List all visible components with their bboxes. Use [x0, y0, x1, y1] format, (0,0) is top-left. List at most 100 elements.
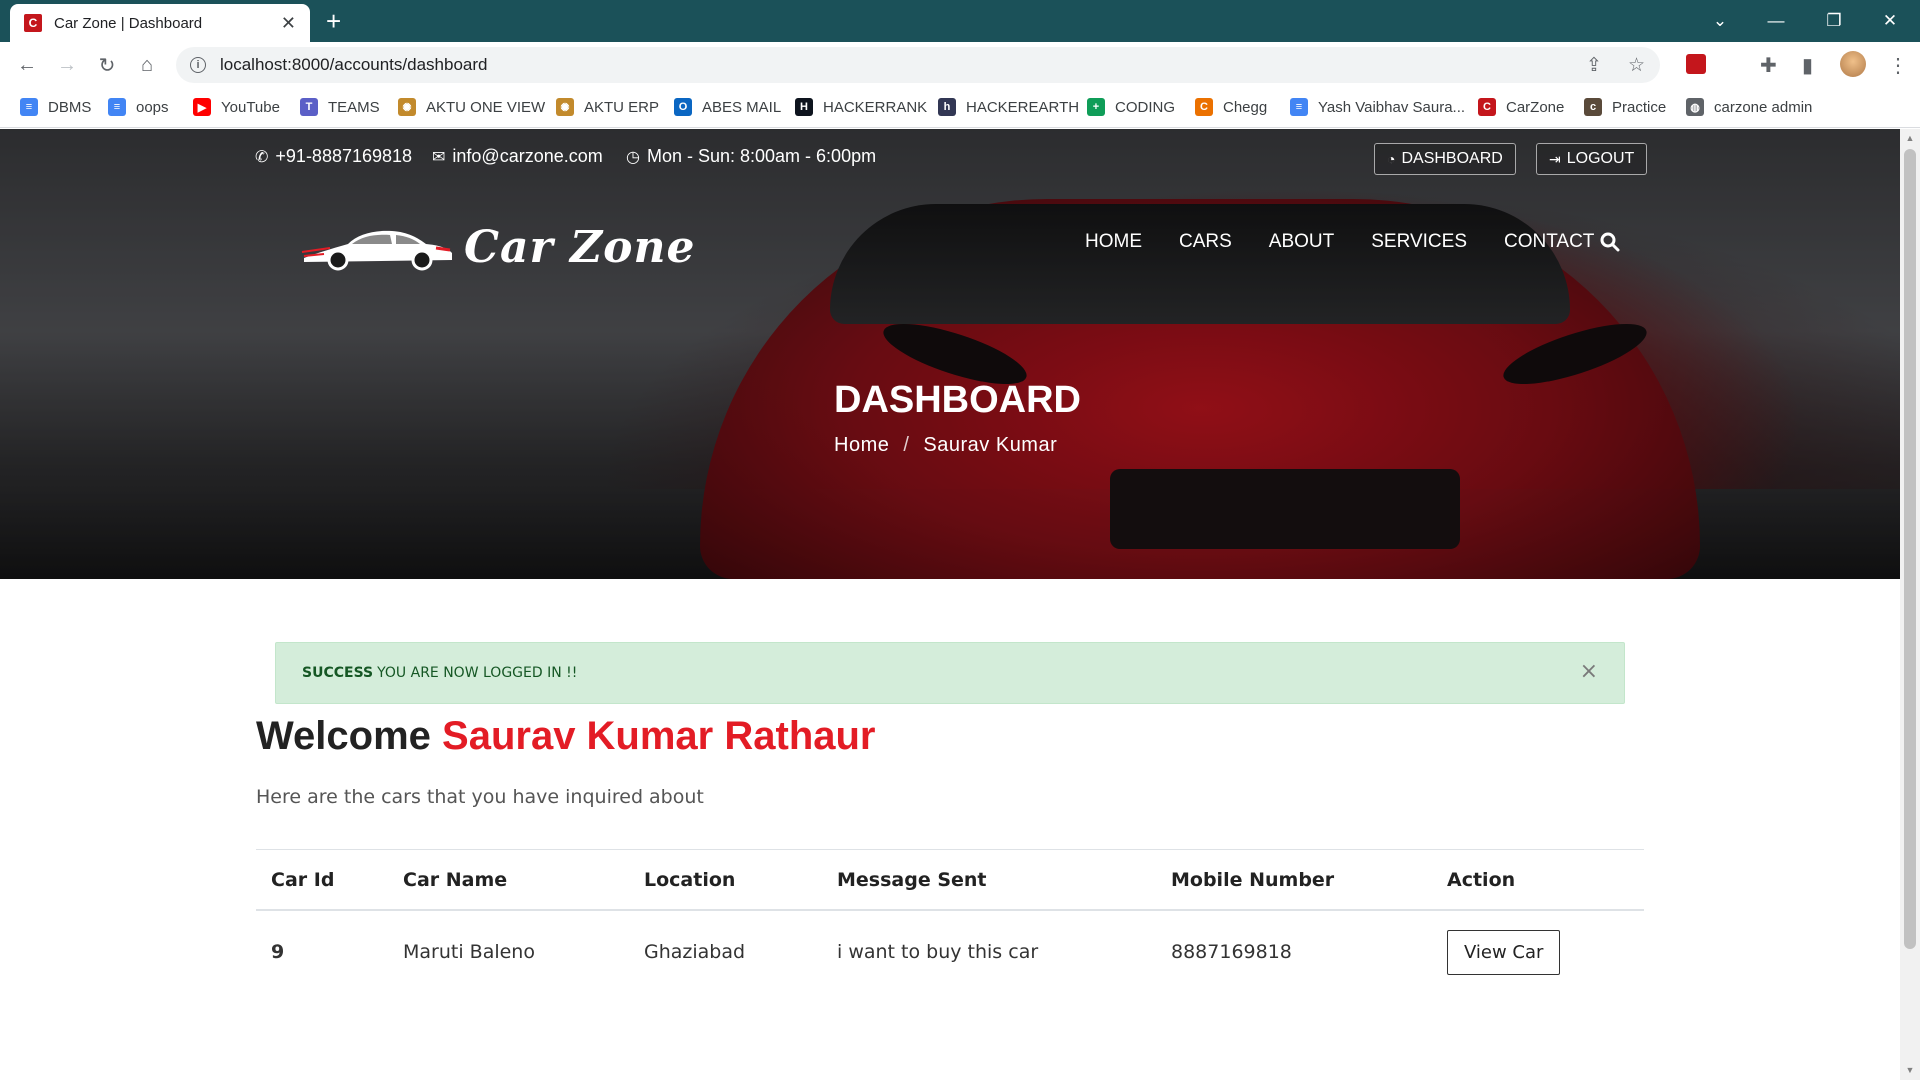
- bookmark-item[interactable]: H HACKERRANK: [795, 98, 927, 116]
- email-address: info@carzone.com: [452, 146, 603, 166]
- scroll-down-icon[interactable]: ▼: [1905, 1065, 1915, 1075]
- bookmark-item[interactable]: ◍ carzone admin: [1686, 98, 1812, 116]
- share-icon[interactable]: ⇪: [1586, 54, 1602, 77]
- bookmark-label: oops: [136, 98, 169, 116]
- site-info-icon[interactable]: i: [190, 57, 206, 73]
- user-name: Saurav Kumar Rathaur: [442, 714, 876, 758]
- logout-button-label: LOGOUT: [1566, 150, 1635, 167]
- cell-car-id: 9: [271, 941, 285, 963]
- alert-close-icon[interactable]: ×: [1580, 659, 1598, 684]
- address-bar[interactable]: i localhost:8000/accounts/dashboard ⇪ ☆: [176, 47, 1660, 83]
- youtube-icon: ▶: [193, 98, 211, 116]
- bookmark-label: Chegg: [1223, 98, 1268, 116]
- bookmark-item[interactable]: C CarZone: [1478, 98, 1564, 116]
- bookmark-label: AKTU ONE VIEW: [426, 98, 546, 116]
- profile-avatar[interactable]: [1840, 51, 1866, 77]
- browser-tab[interactable]: C Car Zone | Dashboard ✕: [10, 4, 310, 42]
- breadcrumb-home[interactable]: Home: [834, 434, 889, 457]
- table-row: 9 Maruti Baleno Ghaziabad i want to buy …: [256, 911, 1644, 993]
- menu-kebab-icon[interactable]: ⋮: [1888, 53, 1908, 78]
- outlook-icon: O: [674, 98, 692, 116]
- tab-search-chevron-icon[interactable]: ⌄: [1692, 0, 1748, 42]
- hackerearth-icon: h: [938, 98, 956, 116]
- doc-icon: ≡: [108, 98, 126, 116]
- bookmark-item[interactable]: ≡ oops: [108, 98, 169, 116]
- phone-icon: ✆: [255, 148, 269, 166]
- forward-icon[interactable]: →: [52, 50, 82, 80]
- bookmark-item[interactable]: h HACKEREARTH: [938, 98, 1079, 116]
- bookmark-label: ABES MAIL: [702, 98, 782, 116]
- dashboard-button[interactable]: ◔ DASHBOARD: [1374, 143, 1516, 175]
- bookmark-item[interactable]: c Practice: [1584, 98, 1666, 116]
- site-logo[interactable]: Car Zone: [300, 217, 695, 277]
- bookmark-item[interactable]: ✺ AKTU ONE VIEW: [398, 98, 545, 116]
- view-car-button[interactable]: View Car: [1447, 929, 1561, 975]
- header-car-name: Car Name: [403, 868, 508, 891]
- logout-button[interactable]: ⇥ LOGOUT: [1536, 143, 1648, 175]
- envelope-icon: ✉: [432, 148, 446, 166]
- clock-icon: ◷: [626, 148, 640, 166]
- bookmark-label: HACKEREARTH: [966, 98, 1080, 116]
- header-car-id: Car Id: [271, 868, 335, 891]
- inquiry-subtitle: Here are the cars that you have inquired…: [256, 786, 704, 808]
- bookmark-label: CODING: [1115, 98, 1175, 116]
- breadcrumb-separator: /: [903, 434, 910, 456]
- extensions-puzzle-icon[interactable]: ✚: [1760, 53, 1777, 78]
- minimize-icon[interactable]: —: [1748, 0, 1804, 42]
- close-window-icon[interactable]: ✕: [1862, 0, 1918, 42]
- restore-icon[interactable]: ❐: [1806, 0, 1862, 42]
- seal-icon: ✺: [398, 98, 416, 116]
- main-nav: HOME CARS ABOUT SERVICES CONTACT: [1085, 231, 1631, 253]
- tab-title: Car Zone | Dashboard: [54, 14, 203, 32]
- scroll-up-icon[interactable]: ▲: [1905, 133, 1915, 143]
- browser-toolbar: ← → ↻ ⌂ i localhost:8000/accounts/dashbo…: [0, 42, 1920, 88]
- address-url: localhost:8000/accounts/dashboard: [220, 55, 488, 74]
- bookmark-label: Yash Vaibhav Saura...: [1318, 98, 1466, 116]
- new-tab-icon[interactable]: +: [326, 6, 341, 36]
- extension-pdf-icon[interactable]: [1686, 54, 1706, 74]
- tab-close-icon[interactable]: ✕: [281, 13, 296, 34]
- carzone-favicon-icon: C: [24, 14, 42, 32]
- cell-location: Ghaziabad: [644, 941, 746, 963]
- welcome-heading: Welcome Saurav Kumar Rathaur: [256, 714, 876, 759]
- hero-overlay: [0, 129, 1900, 579]
- bookmark-item[interactable]: ≡ DBMS: [20, 98, 91, 116]
- header-action: Action: [1447, 868, 1516, 891]
- nav-cars[interactable]: CARS: [1179, 231, 1232, 253]
- bookmark-item[interactable]: ▶ YouTube: [193, 98, 280, 116]
- nav-contact[interactable]: CONTACT: [1504, 231, 1594, 253]
- nav-services[interactable]: SERVICES: [1371, 231, 1467, 253]
- bookmark-item[interactable]: C Chegg: [1195, 98, 1267, 116]
- bookmark-item[interactable]: O ABES MAIL: [674, 98, 781, 116]
- hackerrank-icon: H: [795, 98, 813, 116]
- codechef-icon: c: [1584, 98, 1602, 116]
- browser-tab-strip: C Car Zone | Dashboard ✕ + ⌄ — ❐ ✕: [0, 0, 1920, 42]
- welcome-prefix: Welcome: [256, 714, 431, 758]
- doc-icon: ≡: [20, 98, 38, 116]
- cell-car-name: Maruti Baleno: [403, 941, 535, 963]
- reload-icon[interactable]: ↻: [92, 50, 122, 80]
- back-icon[interactable]: ←: [12, 50, 42, 80]
- globe-icon: ◍: [1686, 98, 1704, 116]
- bookmark-item[interactable]: T TEAMS: [300, 98, 380, 116]
- search-icon[interactable]: [1600, 232, 1620, 258]
- bookmark-star-icon[interactable]: ☆: [1628, 54, 1645, 77]
- sheet-icon: +: [1087, 98, 1105, 116]
- bookmark-label: CarZone: [1506, 98, 1565, 116]
- bookmark-item[interactable]: ≡ Yash Vaibhav Saura...: [1290, 98, 1465, 116]
- scrollbar-thumb[interactable]: [1904, 149, 1916, 949]
- bookmark-label: YouTube: [221, 98, 280, 116]
- home-icon[interactable]: ⌂: [132, 50, 162, 80]
- phone-number: +91-8887169818: [275, 146, 413, 166]
- bookmark-item[interactable]: + CODING: [1087, 98, 1175, 116]
- nav-home[interactable]: HOME: [1085, 231, 1142, 253]
- bookmark-label: Practice: [1612, 98, 1667, 116]
- side-panel-icon[interactable]: ▮: [1802, 53, 1813, 78]
- bookmark-label: carzone admin: [1714, 98, 1813, 116]
- seal-icon: ✺: [556, 98, 574, 116]
- nav-about[interactable]: ABOUT: [1269, 231, 1334, 253]
- page-scrollbar[interactable]: ▲ ▼: [1900, 129, 1920, 1080]
- page-viewport: ✆ +91-8887169818 ✉ info@carzone.com ◷ Mo…: [0, 129, 1900, 1080]
- cell-message: i want to buy this car: [837, 941, 1039, 963]
- bookmark-item[interactable]: ✺ AKTU ERP: [556, 98, 659, 116]
